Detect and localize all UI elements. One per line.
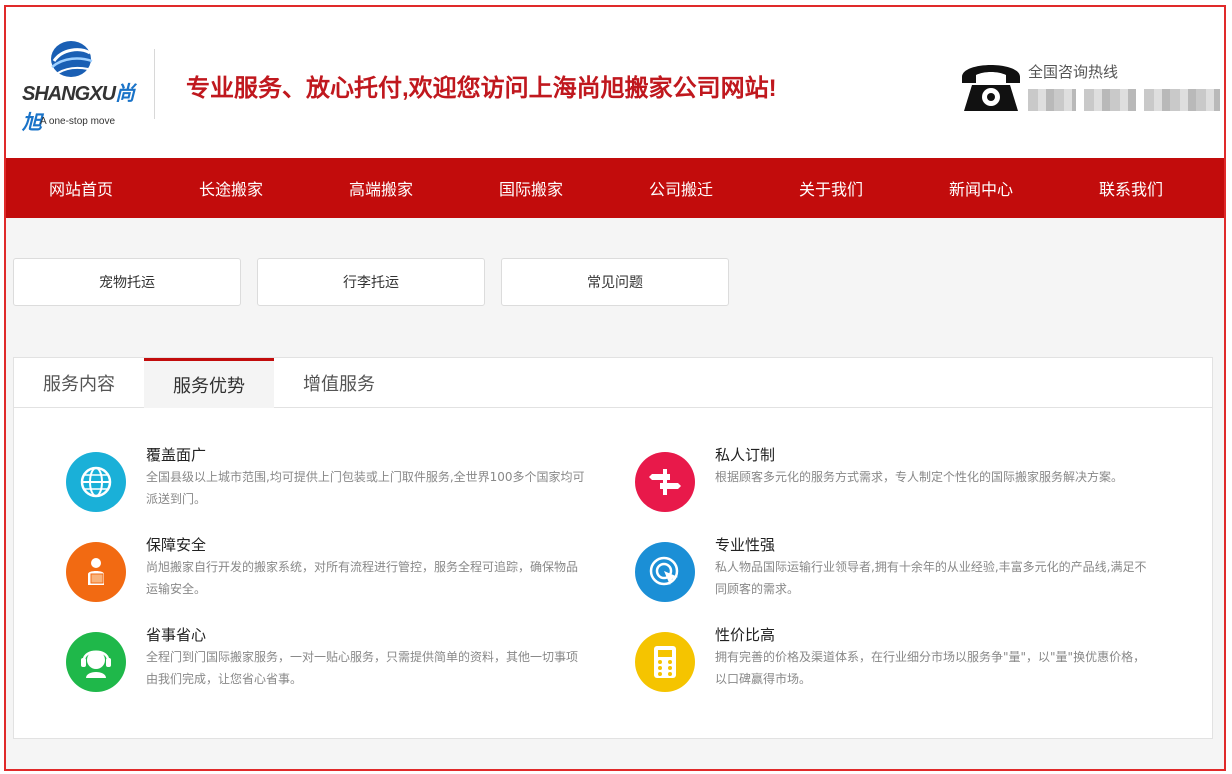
nav-item-news[interactable]: 新闻中心 [906,158,1056,218]
nav-item-contact[interactable]: 联系我们 [1056,158,1206,218]
feature-title: 省事省心 [146,626,207,644]
header-divider [154,49,155,119]
page-frame: SHANGXU尚旭 A one-stop move 专业服务、放心托付,欢迎您访… [4,5,1226,771]
tab-service-content[interactable]: 服务内容 [14,358,144,408]
feature-custom: 私人订制 根据顾客多元化的服务方式需求，专人制定个性化的国际搬家服务解决方案。 [635,446,1155,532]
signpost-icon [635,452,695,512]
nav-item-international[interactable]: 国际搬家 [456,158,606,218]
calculator-icon [635,632,695,692]
feature-desc: 全程门到门国际搬家服务，一对一贴心服务，只需提供简单的资料，其他一切事项由我们完… [146,650,579,686]
feature-title: 性价比高 [715,626,776,644]
headset-agent-icon [66,632,126,692]
redacted-block [1144,89,1220,111]
service-panel: 服务内容 服务优势 增值服务 覆盖面广 全国县级以上城市范围,均可提供上门包装或… [13,357,1213,739]
tab-value-added[interactable]: 增值服务 [274,358,404,408]
site-slogan: 专业服务、放心托付,欢迎您访问上海尚旭搬家公司网站! [186,75,777,102]
hotline-label: 全国咨询热线 [1028,63,1119,81]
feature-desc: 私人物品国际运输行业领导者,拥有十余年的从业经验,丰富多元化的产品线,满足不同顾… [715,560,1147,596]
delivery-person-icon [66,542,126,602]
feature-desc: 全国县级以上城市范围,均可提供上门包装或上门取件服务,全世界100多个国家均可派… [146,470,585,506]
feature-convenient: 省事省心 全程门到门国际搬家服务，一对一贴心服务，只需提供简单的资料，其他一切事… [66,626,586,712]
pet-shipping-button[interactable]: 宠物托运 [13,258,241,306]
feature-desc: 根据顾客多元化的服务方式需求，专人制定个性化的国际搬家服务解决方案。 [715,470,1124,484]
feature-title: 保障安全 [146,536,207,554]
nav-item-about[interactable]: 关于我们 [756,158,906,218]
luggage-shipping-button[interactable]: 行李托运 [257,258,485,306]
feature-value: 性价比高 拥有完善的价格及渠道体系，在行业细分市场以服务争"量"，以"量"换优惠… [635,626,1155,712]
nav-item-premium[interactable]: 高端搬家 [306,158,456,218]
redacted-block [1028,89,1076,111]
nav-item-office-relocation[interactable]: 公司搬迁 [606,158,756,218]
target-cursor-icon [635,542,695,602]
redacted-block [1084,89,1136,111]
quick-links: 宠物托运 行李托运 常见问题 [13,258,729,306]
logo-tagline: A one-stop move [40,116,116,127]
tab-service-advantages[interactable]: 服务优势 [144,358,274,408]
feature-desc: 尚旭搬家自行开发的搬家系统，对所有流程进行管控，服务全程可追踪，确保物品运输安全… [146,560,579,596]
feature-professional: 专业性强 私人物品国际运输行业领导者,拥有十余年的从业经验,丰富多元化的产品线,… [635,536,1155,622]
logo-globe-icon [51,41,93,77]
service-tabs: 服务内容 服务优势 增值服务 [14,358,1212,408]
hotline-number-redacted [1028,89,1222,111]
feature-coverage: 覆盖面广 全国县级以上城市范围,均可提供上门包装或上门取件服务,全世界100多个… [66,446,586,532]
feature-title: 私人订制 [715,446,776,464]
feature-title: 专业性强 [715,536,776,554]
site-header: SHANGXU尚旭 A one-stop move 专业服务、放心托付,欢迎您访… [6,7,1224,158]
telephone-icon [962,65,1020,111]
faq-button[interactable]: 常见问题 [501,258,729,306]
site-logo[interactable]: SHANGXU尚旭 A one-stop move [20,37,150,134]
feature-desc: 拥有完善的价格及渠道体系，在行业细分市场以服务争"量"，以"量"换优惠价格，以口… [715,650,1146,686]
nav-item-long-distance[interactable]: 长途搬家 [156,158,306,218]
nav-item-home[interactable]: 网站首页 [6,158,156,218]
globe-icon [66,452,126,512]
feature-safety: 保障安全 尚旭搬家自行开发的搬家系统，对所有流程进行管控，服务全程可追踪，确保物… [66,536,586,622]
feature-title: 覆盖面广 [146,446,207,464]
main-nav: 网站首页 长途搬家 高端搬家 国际搬家 公司搬迁 关于我们 新闻中心 联系我们 [6,158,1224,218]
